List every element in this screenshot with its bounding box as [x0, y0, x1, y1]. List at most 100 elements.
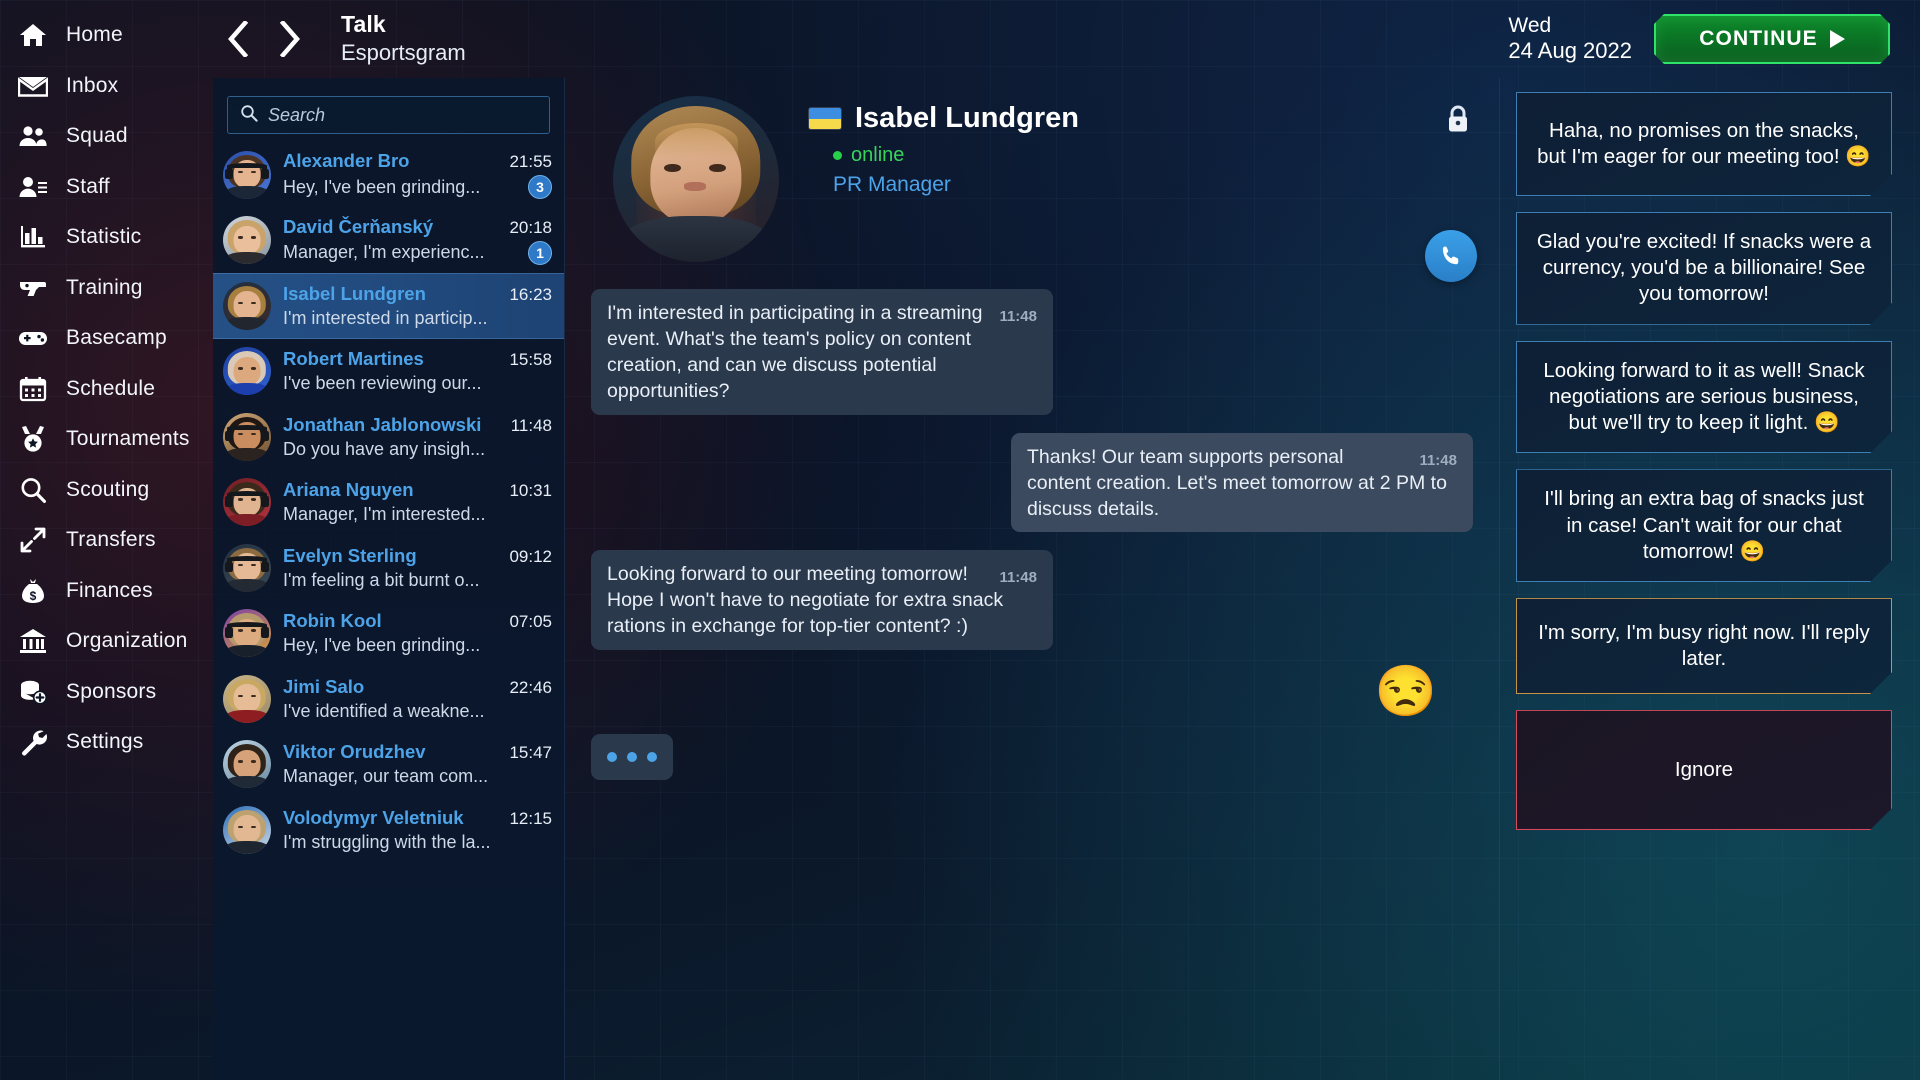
- play-triangle-icon: [1830, 30, 1845, 48]
- reply-option-text: Glad you're excited! If snacks were a cu…: [1536, 230, 1872, 306]
- conversation-preview: I'm struggling with the la...: [283, 831, 491, 852]
- sidebar-item-schedule[interactable]: Schedule: [0, 364, 213, 415]
- sidebar-item-staff[interactable]: Staff: [0, 162, 213, 213]
- message-text: Thanks! Our team supports personal conte…: [1027, 445, 1447, 520]
- back-button[interactable]: [223, 17, 253, 61]
- app-root: Talk Esportsgram Wed 24 Aug 2022 CONTINU…: [0, 0, 1920, 1080]
- date-full: 24 Aug 2022: [1508, 38, 1632, 64]
- avatar: [223, 412, 271, 461]
- date-dayofweek: Wed: [1508, 13, 1552, 37]
- conversation-time: 22:46: [509, 677, 552, 697]
- sidebar-item-squad[interactable]: Squad: [0, 111, 213, 162]
- sidebar-item-sponsors[interactable]: Sponsors: [0, 667, 213, 718]
- conversation-name: Viktor Orudzhev: [283, 741, 426, 763]
- sidebar-item-training[interactable]: Training: [0, 263, 213, 314]
- conversation-item[interactable]: Robert Martines 15:58 I've been reviewing …: [213, 339, 564, 405]
- contact-name: Isabel Lundgren: [855, 102, 1079, 134]
- sidebar-item-statistic[interactable]: Statistic: [0, 212, 213, 263]
- nav-arrows: [223, 17, 305, 61]
- conversation-time: 15:58: [509, 350, 552, 370]
- conversation-item[interactable]: Robin Kool 07:05 Hey, I've been grinding..…: [213, 601, 564, 667]
- sidebar-item-basecamp[interactable]: Basecamp: [0, 313, 213, 364]
- avatar: [223, 674, 271, 723]
- continue-button-label: CONTINUE: [1699, 27, 1818, 50]
- reply-option[interactable]: I'll bring an extra bag of snacks just i…: [1516, 469, 1892, 582]
- search-wrapper: [213, 78, 564, 142]
- reply-option-busy[interactable]: I'm sorry, I'm busy right now. I'll repl…: [1516, 598, 1892, 694]
- search-input[interactable]: [268, 104, 537, 126]
- conversation-text: Isabel Lundgren 16:23 I'm interested in pa…: [283, 283, 552, 329]
- page-subtitle: Esportsgram: [341, 40, 466, 66]
- conversation-text: Jonathan Jablonowski 11:48 Do you have any…: [283, 414, 552, 460]
- avatar: [223, 347, 271, 396]
- arrows-diagonal-icon: [16, 524, 50, 556]
- conversation-name: Isabel Lundgren: [283, 282, 426, 304]
- sidebar-item-finances[interactable]: $ Finances: [0, 566, 213, 617]
- reply-option-text: Haha, no promises on the snacks, but I'm…: [1537, 118, 1871, 168]
- continue-button[interactable]: CONTINUE: [1654, 14, 1890, 64]
- conversation-time: 11:48: [510, 415, 552, 435]
- sidebar-item-settings[interactable]: Settings: [0, 717, 213, 768]
- sidebar-item-label: Schedule: [66, 376, 156, 400]
- avatar-portrait: [223, 478, 271, 527]
- sidebar-item-label: Squad: [66, 124, 128, 148]
- conversation-item[interactable]: Jonathan Jablonowski 11:48 Do you have any…: [213, 404, 564, 470]
- conversation-item[interactable]: Alexander Bro 21:55 Hey, I've been grindin…: [213, 142, 564, 208]
- sidebar-item-label: Sponsors: [66, 679, 157, 703]
- sidebar-item-label: Statistic: [66, 225, 142, 249]
- conversation-item[interactable]: Isabel Lundgren 16:23 I'm interested in pa…: [213, 273, 564, 339]
- conversation-item[interactable]: Jimi Salo 22:46 I've identified a weakne..…: [213, 666, 564, 732]
- conversation-item[interactable]: David Čerňanský 20:18 Manager, I'm experie…: [213, 208, 564, 274]
- avatar: [223, 281, 271, 330]
- contact-role: PR Manager: [833, 173, 951, 196]
- avatar: [223, 543, 271, 592]
- typing-indicator-row: [591, 734, 1473, 781]
- avatar-portrait: [223, 150, 271, 199]
- forward-button[interactable]: [275, 17, 305, 61]
- typing-dots-icon: [591, 734, 673, 781]
- conversation-name: Alexander Bro: [283, 150, 410, 172]
- message-row: 11:48 Looking forward to our meeting tomo…: [591, 550, 1473, 651]
- conversation-text: Evelyn Sterling 09:12 I'm feeling a bit bu…: [283, 545, 552, 591]
- reply-option[interactable]: Looking forward to it as well! Snack neg…: [1516, 341, 1892, 454]
- conversation-time: 21:55: [509, 152, 552, 172]
- avatar-portrait: [223, 216, 271, 265]
- reply-option[interactable]: Haha, no promises on the snacks, but I'm…: [1516, 92, 1892, 196]
- conversation-item[interactable]: Viktor Orudzhev 15:47 Manager, our team co…: [213, 732, 564, 798]
- sidebar-item-label: Tournaments: [66, 427, 190, 451]
- sidebar-item-scouting[interactable]: Scouting: [0, 465, 213, 516]
- reply-option-text: Ignore: [1674, 757, 1734, 781]
- sidebar-item-label: Training: [66, 275, 143, 299]
- conversation-item[interactable]: Evelyn Sterling 09:12 I'm feeling a bit bu…: [213, 535, 564, 601]
- gamepad-icon: [16, 322, 50, 354]
- conversation-time: 15:47: [509, 743, 552, 763]
- pistol-icon: [16, 272, 50, 304]
- sidebar-item-label: Staff: [66, 174, 110, 198]
- sidebar-item-transfers[interactable]: Transfers: [0, 515, 213, 566]
- sidebar-item-tournaments[interactable]: Tournaments: [0, 414, 213, 465]
- calendar-icon: [16, 373, 50, 405]
- conversation-item[interactable]: Volodymyr Veletniuk 12:15 I'm struggling w…: [213, 797, 564, 863]
- conversation-list[interactable]: Alexander Bro 21:55 Hey, I've been grindin…: [213, 142, 564, 1080]
- ignore-button[interactable]: Ignore: [1516, 710, 1892, 830]
- conversation-name: Robert Martines: [283, 348, 424, 370]
- contact-avatar: [613, 96, 779, 262]
- message-text: I'm interested in participating in a str…: [607, 302, 983, 402]
- unread-badge: 1: [528, 240, 552, 265]
- call-button[interactable]: [1425, 230, 1477, 282]
- message-bubble: 11:48 I'm interested in participating in …: [591, 289, 1053, 415]
- sidebar-item-organization[interactable]: Organization: [0, 616, 213, 667]
- search-box[interactable]: [227, 96, 550, 134]
- reply-option-text: I'm sorry, I'm busy right now. I'll repl…: [1538, 620, 1870, 671]
- page-title-block: Talk Esportsgram: [341, 12, 466, 65]
- conversation-name: Volodymyr Veletniuk: [283, 806, 464, 828]
- conversation-preview: I've identified a weakne...: [283, 700, 485, 721]
- body-row: Home Inbox Squad Staff Statistic Training Base…: [0, 23, 1920, 1080]
- reply-option[interactable]: Glad you're excited! If snacks were a cu…: [1516, 212, 1892, 325]
- conversation-time: 20:18: [509, 217, 552, 237]
- conversation-item[interactable]: Ariana Nguyen 10:31 Manager, I'm intereste…: [213, 470, 564, 536]
- avatar-portrait: [223, 674, 271, 723]
- conversation-time: 16:23: [509, 284, 552, 304]
- message-bubble: 11:48 Thanks! Our team supports personal …: [1011, 432, 1473, 533]
- conversation-preview: Do you have any insigh...: [283, 438, 486, 459]
